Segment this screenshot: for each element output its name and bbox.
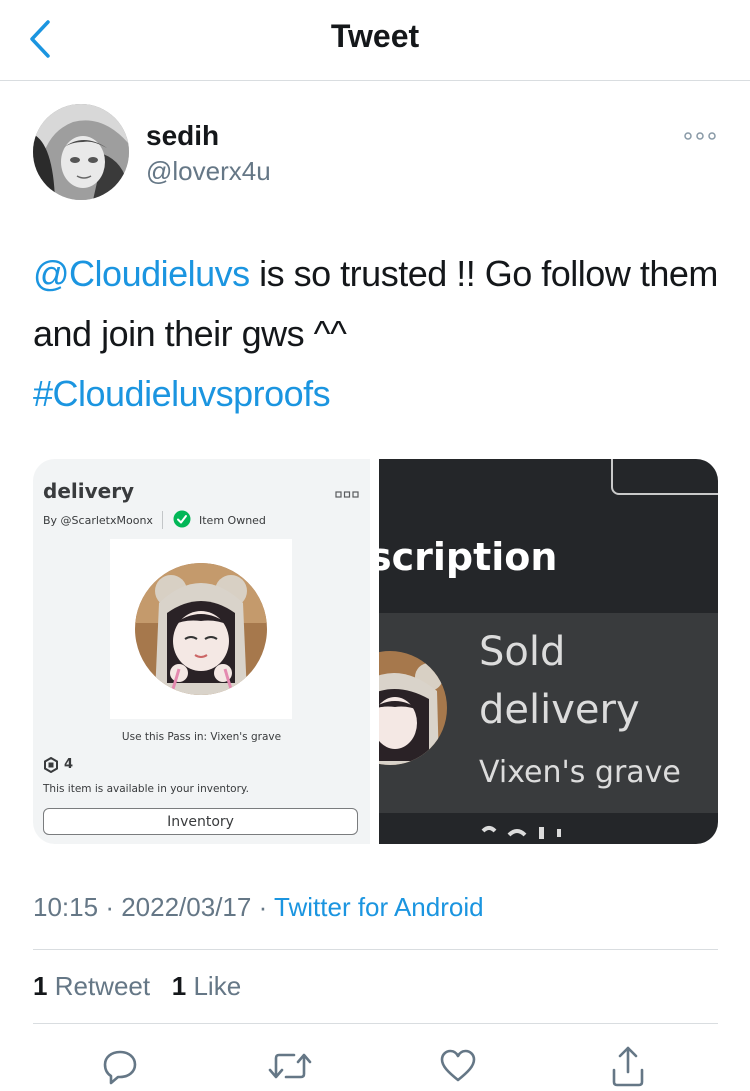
more-dots-icon xyxy=(335,491,359,498)
mention-link[interactable]: @Cloudieluvs xyxy=(33,253,250,294)
likes-count: 1 xyxy=(171,971,187,1001)
tweet-text: @Cloudieluvs is so trusted !! Go follow … xyxy=(33,244,723,424)
likes-label: Like xyxy=(193,971,242,1001)
item-owned-label: Item Owned xyxy=(199,514,266,527)
heart-icon xyxy=(440,1049,476,1082)
action-bar xyxy=(0,1040,750,1091)
likes-stat[interactable]: 1 Like xyxy=(172,971,241,1001)
item-creator: By @ScarletxMoonx xyxy=(43,514,153,527)
retweets-count: 1 xyxy=(33,971,48,1001)
divider xyxy=(33,1023,718,1024)
meta-separator: · xyxy=(105,892,114,922)
more-dots-icon xyxy=(684,132,716,140)
media-image-left[interactable]: delivery By @ScarletxMoonx Item Owned Us… xyxy=(33,459,370,844)
retweets-label: Retweet xyxy=(54,971,151,1001)
reply-button[interactable] xyxy=(98,1044,142,1088)
more-options-button[interactable] xyxy=(680,124,720,148)
item-thumbnail xyxy=(110,539,292,719)
tweet-meta: 10:15 · 2022/03/17 · Twitter for Android xyxy=(33,892,484,923)
tweet-source-link[interactable]: Twitter for Android xyxy=(274,892,484,922)
avatar-image xyxy=(33,104,129,200)
navigation-bar: Tweet xyxy=(0,0,750,81)
sale-status: Sold xyxy=(479,629,566,675)
item-price: 4 xyxy=(64,757,74,772)
retweets-stat[interactable]: 1 Retweet xyxy=(33,971,150,1001)
share-icon xyxy=(612,1046,644,1087)
page-title: Tweet xyxy=(330,18,420,54)
cropped-text-fragment xyxy=(481,826,561,839)
use-pass-label: Use this Pass in: Vixen's grave xyxy=(121,731,282,743)
outlined-box xyxy=(611,459,718,495)
item-title: delivery xyxy=(43,479,135,503)
inventory-button[interactable]: Inventory xyxy=(43,808,358,835)
sale-item-name: delivery xyxy=(479,687,640,733)
retweet-icon xyxy=(268,1053,312,1079)
author-handle[interactable]: @loverx4u xyxy=(146,156,271,187)
meta-separator: · xyxy=(258,892,268,922)
divider xyxy=(162,511,163,529)
item-image xyxy=(135,563,267,695)
tweet-time: 10:15 xyxy=(33,892,99,922)
hashtag-link[interactable]: #Cloudieluvsproofs xyxy=(33,373,331,414)
check-circle-icon xyxy=(173,510,191,528)
like-button[interactable] xyxy=(436,1044,480,1088)
media-image-right[interactable]: scription Sold delivery Vixen's grave xyxy=(379,459,718,844)
description-heading: scription xyxy=(379,535,558,579)
divider xyxy=(33,949,718,950)
retweet-button[interactable] xyxy=(268,1044,312,1088)
sale-place-name: Vixen's grave xyxy=(479,755,681,790)
avatar[interactable] xyxy=(33,104,129,200)
tweet-stats: 1 Retweet 1 Like xyxy=(33,971,241,1002)
tweet-media[interactable]: delivery By @ScarletxMoonx Item Owned Us… xyxy=(33,459,718,844)
tweet-date: 2022/03/17 xyxy=(121,892,252,922)
availability-text: This item is available in your inventory… xyxy=(43,783,249,795)
robux-icon xyxy=(44,757,58,773)
share-button[interactable] xyxy=(606,1044,650,1088)
reply-icon xyxy=(103,1050,137,1085)
author-display-name[interactable]: sedih xyxy=(146,120,219,152)
